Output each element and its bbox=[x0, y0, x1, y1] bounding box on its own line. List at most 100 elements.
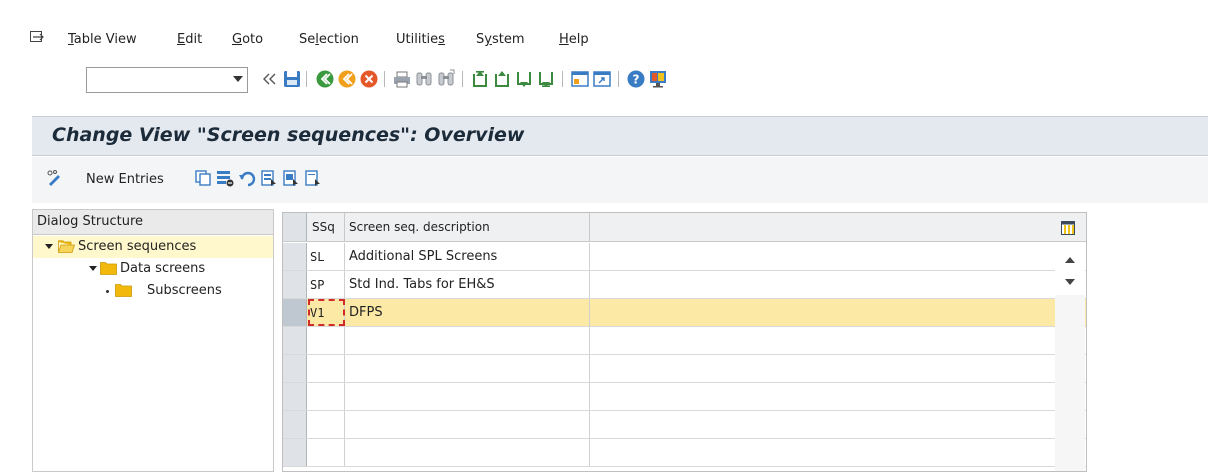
expand-arrow-icon[interactable] bbox=[89, 266, 97, 271]
menu-bar: Table View Edit Goto Selection Utilities… bbox=[0, 0, 1208, 58]
table-header: SSq Screen seq. description bbox=[283, 213, 1086, 242]
table-row[interactable]: SL Additional SPL Screens bbox=[283, 243, 1086, 271]
cell-description[interactable] bbox=[345, 355, 590, 382]
cell-description[interactable]: DFPS bbox=[345, 299, 590, 326]
table-row-empty[interactable] bbox=[283, 327, 1086, 355]
tree-item-data-screens[interactable]: Data screens bbox=[33, 258, 273, 280]
row-selector[interactable] bbox=[283, 355, 307, 382]
cell-ssq[interactable]: V1 bbox=[308, 299, 345, 326]
application-toolbar: New Entries bbox=[32, 157, 1208, 203]
row-selector[interactable] bbox=[283, 243, 307, 270]
cell-description[interactable] bbox=[345, 411, 590, 438]
table-row-empty[interactable] bbox=[283, 355, 1086, 383]
dialog-structure-panel: Dialog Structure Screen sequences Data s… bbox=[32, 209, 274, 472]
next-page-icon[interactable] bbox=[514, 69, 534, 89]
cell-ssq[interactable] bbox=[308, 439, 345, 466]
back-icon[interactable] bbox=[315, 69, 335, 89]
menu-edit[interactable]: Edit bbox=[177, 32, 202, 47]
title-bar: Change View "Screen sequences": Overview bbox=[32, 116, 1208, 156]
row-selector[interactable] bbox=[283, 271, 307, 298]
cell-ssq[interactable]: SL bbox=[308, 243, 345, 270]
cancel-icon[interactable] bbox=[359, 69, 379, 89]
cell-description[interactable]: Std Ind. Tabs for EH&S bbox=[345, 271, 590, 298]
tree-item-subscreens[interactable]: Subscreens bbox=[33, 280, 273, 302]
customize-layout-icon[interactable] bbox=[648, 69, 668, 89]
menu-selection[interactable]: Selection bbox=[299, 32, 359, 47]
exit-icon[interactable] bbox=[337, 69, 357, 89]
cell-description[interactable] bbox=[345, 327, 590, 354]
print-icon[interactable] bbox=[392, 69, 412, 89]
menu-table-view[interactable]: Table View bbox=[68, 32, 137, 47]
previous-page-icon[interactable] bbox=[492, 69, 512, 89]
menu-system[interactable]: System bbox=[476, 32, 525, 47]
chevron-down-icon[interactable] bbox=[233, 76, 243, 82]
row-selector[interactable] bbox=[283, 411, 307, 438]
folder-open-icon bbox=[58, 240, 75, 253]
cell-ssq[interactable] bbox=[308, 383, 345, 410]
tree-item-screen-sequences[interactable]: Screen sequences bbox=[33, 236, 273, 258]
toolbar-separator bbox=[384, 71, 385, 87]
menu-toggle-icon[interactable] bbox=[30, 31, 44, 43]
toolbar-separator bbox=[306, 71, 307, 87]
find-next-icon[interactable] bbox=[436, 69, 456, 89]
folder-icon bbox=[100, 262, 117, 275]
new-entries-button[interactable]: New Entries bbox=[86, 172, 164, 187]
select-all-rows-button[interactable] bbox=[283, 213, 307, 241]
svg-text:?: ? bbox=[633, 73, 640, 87]
tree-item-label: Screen sequences bbox=[78, 239, 197, 254]
page-title: Change View "Screen sequences": Overview bbox=[52, 124, 525, 146]
toolbar-separator bbox=[462, 71, 463, 87]
dialog-structure-header: Dialog Structure bbox=[33, 210, 273, 235]
collapse-icon[interactable] bbox=[260, 69, 280, 89]
leaf-bullet-icon bbox=[106, 290, 109, 293]
select-block-icon[interactable] bbox=[282, 169, 300, 187]
deselect-all-icon[interactable] bbox=[304, 169, 322, 187]
screen-sequences-table: SSq Screen seq. description SL Additiona… bbox=[282, 212, 1087, 472]
table-row-empty[interactable] bbox=[283, 439, 1086, 467]
cell-ssq[interactable] bbox=[308, 411, 345, 438]
cell-description[interactable]: Additional SPL Screens bbox=[345, 243, 590, 270]
toolbar-separator bbox=[618, 71, 619, 87]
menu-help[interactable]: Help bbox=[559, 32, 589, 47]
column-header-description[interactable]: Screen seq. description bbox=[345, 213, 590, 241]
column-header-ssq[interactable]: SSq bbox=[308, 213, 345, 241]
command-field[interactable] bbox=[86, 67, 248, 93]
expand-arrow-icon[interactable] bbox=[45, 244, 53, 249]
tree-item-label: Data screens bbox=[120, 261, 206, 276]
row-selector[interactable] bbox=[283, 439, 307, 466]
table-row[interactable]: SP Std Ind. Tabs for EH&S bbox=[283, 271, 1086, 299]
display-change-icon[interactable] bbox=[46, 169, 64, 187]
table-row-empty[interactable] bbox=[283, 411, 1086, 439]
help-icon[interactable]: ? bbox=[626, 69, 646, 89]
scrollbar-track[interactable] bbox=[1055, 295, 1085, 471]
cell-description[interactable] bbox=[345, 439, 590, 466]
undo-icon[interactable] bbox=[238, 169, 256, 187]
cell-description[interactable] bbox=[345, 383, 590, 410]
shortcut-icon[interactable] bbox=[592, 69, 612, 89]
menu-utilities[interactable]: Utilities bbox=[396, 32, 445, 47]
table-row-selected[interactable]: V1 DFPS bbox=[283, 299, 1086, 327]
cell-ssq[interactable] bbox=[308, 355, 345, 382]
table-settings-icon[interactable] bbox=[1061, 221, 1075, 235]
first-page-icon[interactable] bbox=[470, 69, 490, 89]
row-selector[interactable] bbox=[283, 383, 307, 410]
command-input[interactable] bbox=[89, 69, 233, 93]
copy-as-icon[interactable] bbox=[194, 169, 212, 187]
create-session-icon[interactable] bbox=[570, 69, 590, 89]
last-page-icon[interactable] bbox=[536, 69, 556, 89]
find-icon[interactable] bbox=[414, 69, 434, 89]
row-selector[interactable] bbox=[283, 299, 307, 326]
toolbar-separator bbox=[562, 71, 563, 87]
cell-ssq[interactable] bbox=[308, 327, 345, 354]
menu-goto[interactable]: Goto bbox=[232, 32, 263, 47]
save-icon[interactable] bbox=[282, 69, 302, 89]
row-selector[interactable] bbox=[283, 327, 307, 354]
select-all-icon[interactable] bbox=[260, 169, 278, 187]
table-row-empty[interactable] bbox=[283, 383, 1086, 411]
tree-item-label: Subscreens bbox=[147, 283, 222, 298]
cell-ssq[interactable]: SP bbox=[308, 271, 345, 298]
delete-icon[interactable] bbox=[216, 169, 234, 187]
scroll-down-icon[interactable] bbox=[1065, 279, 1075, 285]
scroll-up-icon[interactable] bbox=[1065, 257, 1075, 263]
vertical-scrollbar[interactable] bbox=[1055, 243, 1085, 471]
